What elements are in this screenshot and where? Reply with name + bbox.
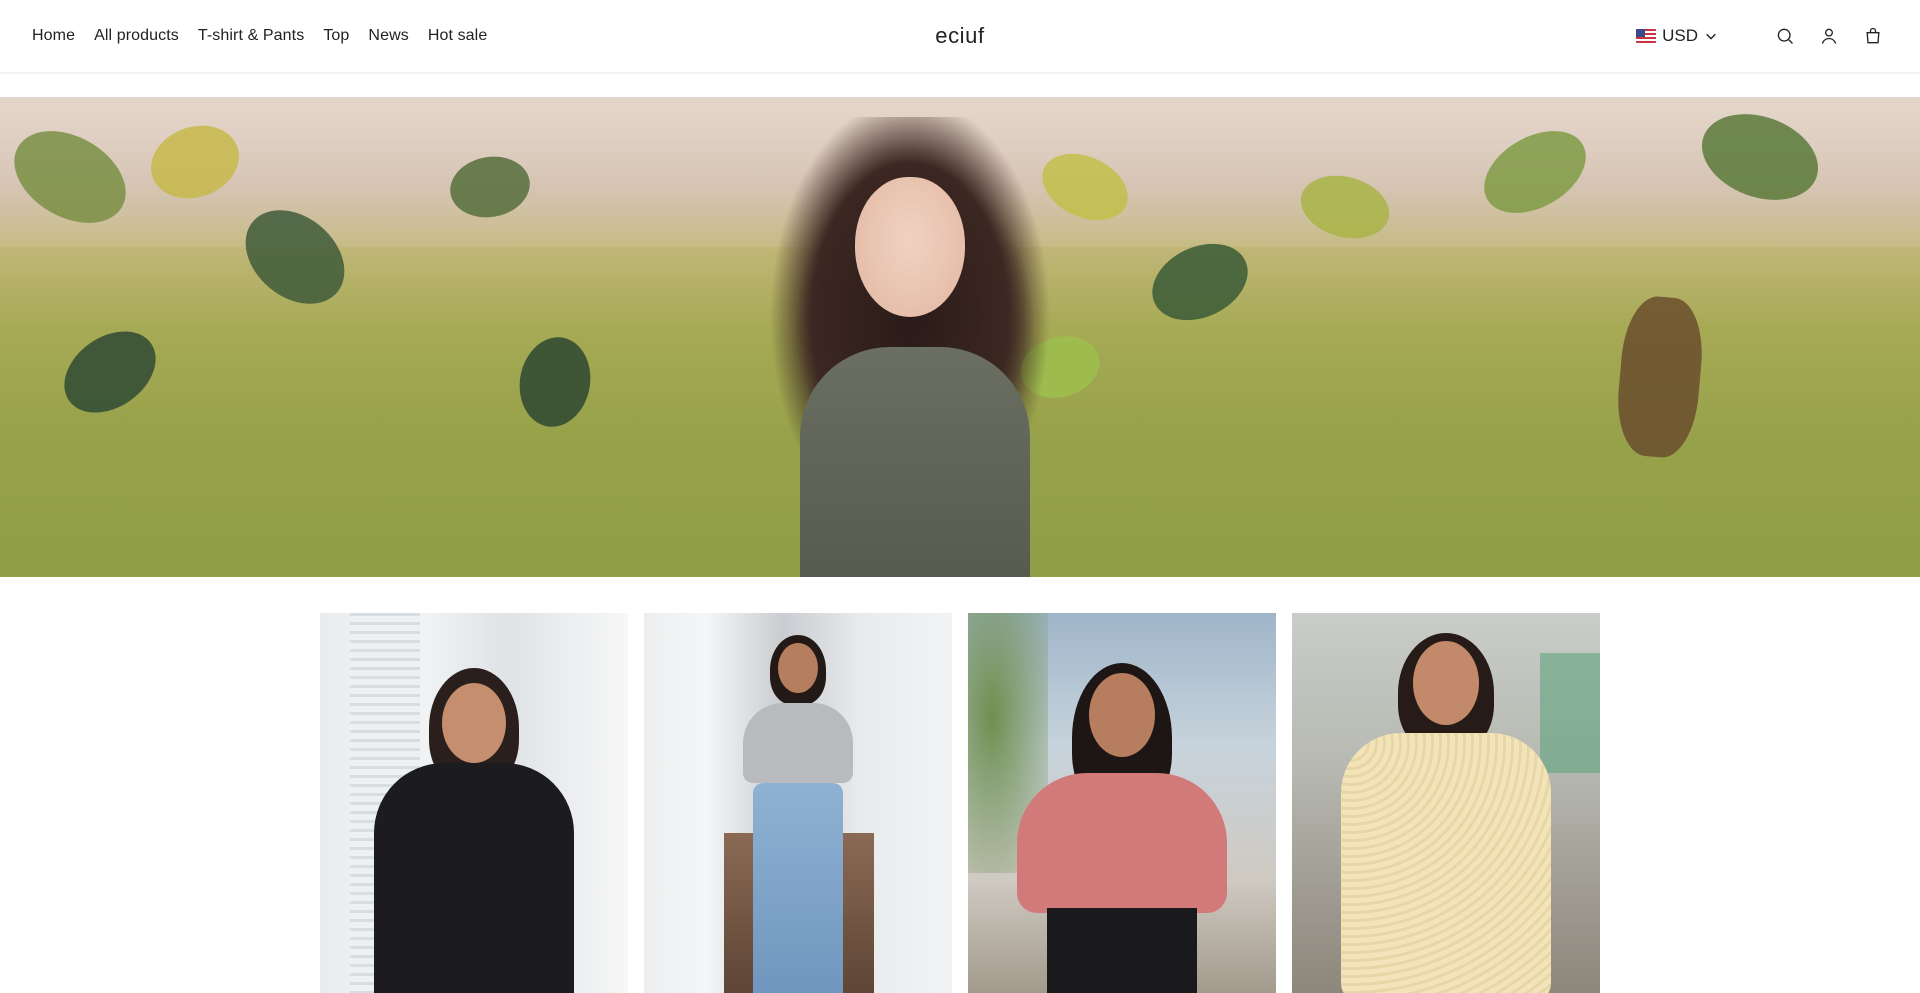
chevron-down-icon <box>1706 33 1716 40</box>
product-card[interactable] <box>1292 613 1600 993</box>
hero-model-coat <box>800 347 1030 577</box>
product-card[interactable] <box>644 613 952 993</box>
account-button[interactable] <box>1818 25 1840 47</box>
main-nav: Home All products T-shirt & Pants Top Ne… <box>32 0 487 72</box>
model-face <box>1089 673 1155 757</box>
hero-leaf <box>512 331 598 433</box>
model-top <box>1017 773 1227 913</box>
model-jeans <box>753 783 843 993</box>
cart-icon <box>1866 27 1880 44</box>
site-logo[interactable]: eciuf <box>935 23 984 49</box>
nav-top[interactable]: Top <box>323 27 349 45</box>
header-tools: USD <box>1636 0 1884 72</box>
hero-model-face <box>855 177 965 317</box>
model-top <box>1341 733 1551 993</box>
currency-label: USD <box>1662 26 1698 45</box>
nav-news[interactable]: News <box>368 27 408 45</box>
model-top <box>374 763 574 993</box>
nav-hot-sale[interactable]: Hot sale <box>428 27 488 45</box>
nav-home[interactable]: Home <box>32 27 75 45</box>
hero-model <box>760 117 1060 577</box>
model-face <box>778 643 818 693</box>
search-icon <box>1777 28 1793 44</box>
product-grid <box>320 613 1600 993</box>
account-icon <box>1821 28 1837 44</box>
nav-tshirt-pants[interactable]: T-shirt & Pants <box>198 27 304 45</box>
model-top <box>743 703 853 783</box>
hero-leaf <box>48 314 172 430</box>
cart-button[interactable] <box>1862 25 1884 47</box>
search-button[interactable] <box>1774 25 1796 47</box>
hero-banner[interactable] <box>0 97 1920 577</box>
nav-all-products[interactable]: All products <box>94 27 179 45</box>
currency-selector[interactable]: USD <box>1636 26 1718 46</box>
site-header: Home All products T-shirt & Pants Top Ne… <box>0 0 1920 72</box>
hero-leaf <box>1613 293 1707 461</box>
model-face <box>1413 641 1479 725</box>
product-card[interactable] <box>968 613 1276 993</box>
model-pants <box>1047 908 1197 993</box>
flag-us-icon <box>1636 29 1657 43</box>
model-face <box>442 683 506 763</box>
product-card[interactable] <box>320 613 628 993</box>
